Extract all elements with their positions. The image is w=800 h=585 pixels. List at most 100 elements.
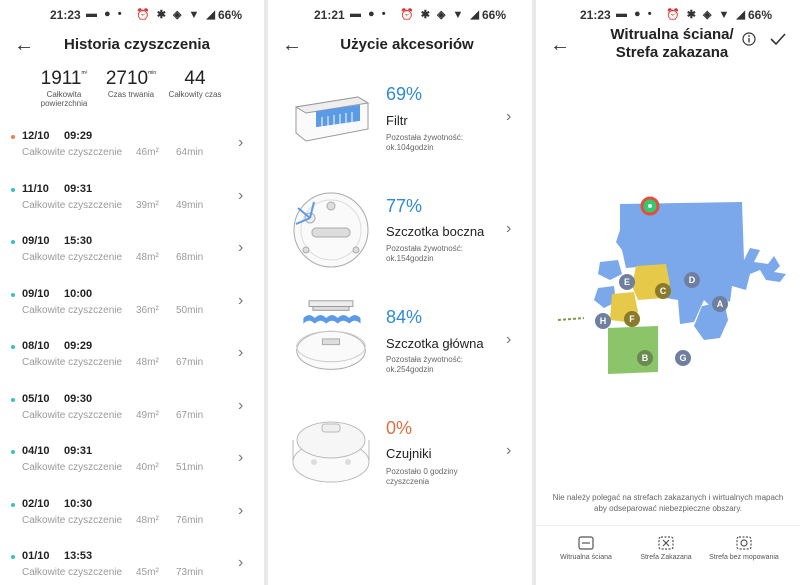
cleaning-date: 12/10 [22, 130, 50, 142]
cleaning-date: 11/10 [22, 182, 49, 195]
system-icons: ⏰ ✱ ◈ ▼ ◢ [666, 9, 747, 21]
status-dot [11, 397, 15, 402]
accessory-filter[interactable]: 69% Filtr Pozostała żywotność: ok.104god… [268, 72, 532, 182]
cleaned-area: 39m² [136, 199, 159, 211]
accessory-lifetime: Pozostała żywotność: ok.154godzin [386, 244, 463, 263]
accessory-lifetime: Pozostała żywotność: ok.104godzin [386, 133, 463, 152]
history-row[interactable]: 09/10 10:00 Całkowite czyszczenie 36m² 50min… [0, 286, 264, 338]
title-line-2: Strefa zakazana [615, 44, 729, 61]
stat-label: Całkowity czas [168, 90, 222, 99]
info-icon[interactable] [742, 32, 756, 46]
virtual-wall-screen: 21:23 ▬ ● • ⏰ ✱ ◈ ▼ ◢ 66% ← Witrualna śc… [536, 0, 800, 585]
room-label-c[interactable]: C [655, 283, 671, 299]
cleaning-time: 10:00 [64, 287, 93, 300]
accessory-side-brush[interactable]: 77% Szczotka boczna Pozostała żywotność:… [268, 184, 532, 294]
stat-label: Czas trwania [107, 90, 155, 99]
room-label-a[interactable]: A [712, 296, 728, 312]
battery-level: 66% [748, 8, 773, 22]
cleaning-duration: 50min [176, 304, 204, 316]
tab-label: Witrualna ściana [560, 554, 612, 561]
chevron-right-icon[interactable]: › [238, 344, 243, 362]
confirm-check-icon[interactable] [770, 32, 786, 46]
chevron-right-icon[interactable]: › [238, 292, 243, 310]
status-dot [11, 555, 15, 559]
accessory-percent: 84% [386, 307, 423, 327]
no-mop-zone-icon [736, 536, 752, 550]
stat-unit: m² [81, 70, 88, 76]
history-row[interactable]: 09/10 15:30 Całkowite czyszczenie 48m² 68min… [0, 233, 264, 285]
accessories-screen: 21:21 ▬ ● • ⏰ ✱ ◈ ▼ ◢ 66% ← Użycie akces… [268, 0, 532, 585]
stat-unit: min [148, 70, 157, 76]
chevron-right-icon[interactable]: › [506, 331, 511, 349]
room-area [616, 202, 786, 324]
chevron-right-icon[interactable]: › [506, 220, 511, 238]
accessory-percent: 77% [386, 196, 423, 216]
status-dot [11, 187, 15, 192]
accessory-main-brush[interactable]: 84% Szczotka główna Pozostała żywotność:… [268, 295, 532, 405]
accessory-sensors[interactable]: 0% Czujniki Pozostało 0 godziny czyszcze… [268, 406, 532, 516]
room-label-g[interactable]: G [675, 350, 691, 366]
stat-total-count: 44 Całkowity czas [164, 68, 226, 99]
cleaning-duration: 73min [176, 567, 204, 578]
cleaning-type: Całkowite czyszczenie [22, 409, 123, 421]
cleaning-duration: 49min [176, 199, 204, 211]
chevron-right-icon[interactable]: › [238, 502, 243, 520]
tab-no-go-zone[interactable]: Strefa Zakazana [626, 536, 706, 561]
status-bar: 21:21 ▬ ● • ⏰ ✱ ◈ ▼ ◢ 66% [268, 0, 532, 30]
status-dot [11, 502, 15, 507]
cleaning-date: 09/10 [22, 235, 50, 247]
stat-value: 44 [184, 68, 206, 89]
cleaned-area: 36m² [136, 304, 159, 316]
room-label-h[interactable]: H [595, 313, 611, 329]
history-row[interactable]: 12/10 09:29 Całkowite czyszczenie 46m² 64min… [0, 128, 264, 180]
chevron-right-icon[interactable]: › [238, 134, 243, 152]
cleaning-time: 09:31 [64, 445, 93, 457]
room-area [608, 326, 658, 374]
chevron-right-icon[interactable]: › [238, 187, 243, 205]
tab-virtual-wall[interactable]: Witrualna ściana [546, 536, 626, 561]
chevron-right-icon[interactable]: › [238, 449, 243, 467]
side-brush-icon [293, 192, 369, 268]
cleaning-duration: 68min [176, 252, 204, 263]
room-label-d[interactable]: D [684, 272, 700, 288]
virtual-wall-icon [578, 536, 594, 550]
chevron-right-icon[interactable]: › [506, 108, 511, 126]
chevron-right-icon[interactable]: › [238, 239, 243, 257]
system-icons: ⏰ ✱ ◈ ▼ ◢ [400, 9, 481, 21]
accessory-name: Szczotka boczna [386, 224, 485, 239]
chevron-right-icon[interactable]: › [238, 554, 243, 572]
cleaned-area: 48m² [136, 357, 159, 368]
accessory-percent: 69% [386, 84, 423, 104]
notification-icons: ▬ ● • [350, 8, 388, 20]
history-screen: 21:23 ▬ ● • ⏰ ✱ ◈ ▼ ◢ 66% ← Historia czy… [0, 0, 264, 585]
cleaning-duration: 67min [176, 357, 204, 368]
chevron-right-icon[interactable]: › [238, 397, 243, 415]
history-row[interactable]: 05/10 09:30 Całkowite czyszczenie 49m² 67min… [0, 391, 264, 443]
history-row[interactable]: 01/10 13:53 Całkowite czyszczenie 45m² 73min… [0, 548, 264, 585]
room-label-e[interactable]: E [619, 274, 635, 290]
chevron-right-icon[interactable]: › [506, 442, 511, 460]
accessory-name: Szczotka główna [386, 336, 484, 351]
floor-map[interactable] [554, 190, 790, 380]
history-row[interactable]: 02/10 10:30 Całkowite czyszczenie 48m² 76min… [0, 496, 264, 548]
tab-no-mop-zone[interactable]: Strefa bez mopowania [704, 536, 784, 561]
status-dot [11, 135, 15, 139]
accessory-percent: 0% [386, 418, 413, 438]
main-brush-icon [296, 300, 366, 370]
room-label-b[interactable]: B [637, 350, 653, 366]
cleaning-type: Całkowite czyszczenie [22, 147, 123, 158]
history-row[interactable]: 08/10 09:29 Całkowite czyszczenie 48m² 67min… [0, 338, 264, 390]
history-row[interactable]: 11/10 09:31 Całkowite czyszczenie 39m² 49min… [0, 181, 264, 233]
notification-icons: ▬ ● • [616, 8, 654, 20]
cleaning-type: Całkowite czyszczenie [22, 462, 123, 473]
accessory-lifetime: Pozostała żywotność: ok.254godzin [386, 355, 463, 374]
cleaning-type: Całkowite czyszczenie [22, 199, 123, 211]
cleaning-date: 01/10 [22, 550, 50, 562]
cleaning-stats: 1911m² Całkowita powierzchnia 2710min Cz… [0, 68, 264, 108]
history-row[interactable]: 04/10 09:31 Całkowite czyszczenie 40m² 51min… [0, 443, 264, 495]
system-icons: ⏰ ✱ ◈ ▼ ◢ [136, 9, 217, 21]
status-time: 21:23 [50, 8, 81, 22]
cleaned-area: 49m² [136, 409, 159, 421]
cleaning-type: Całkowite czyszczenie [22, 514, 123, 526]
room-label-f[interactable]: F [624, 311, 640, 327]
